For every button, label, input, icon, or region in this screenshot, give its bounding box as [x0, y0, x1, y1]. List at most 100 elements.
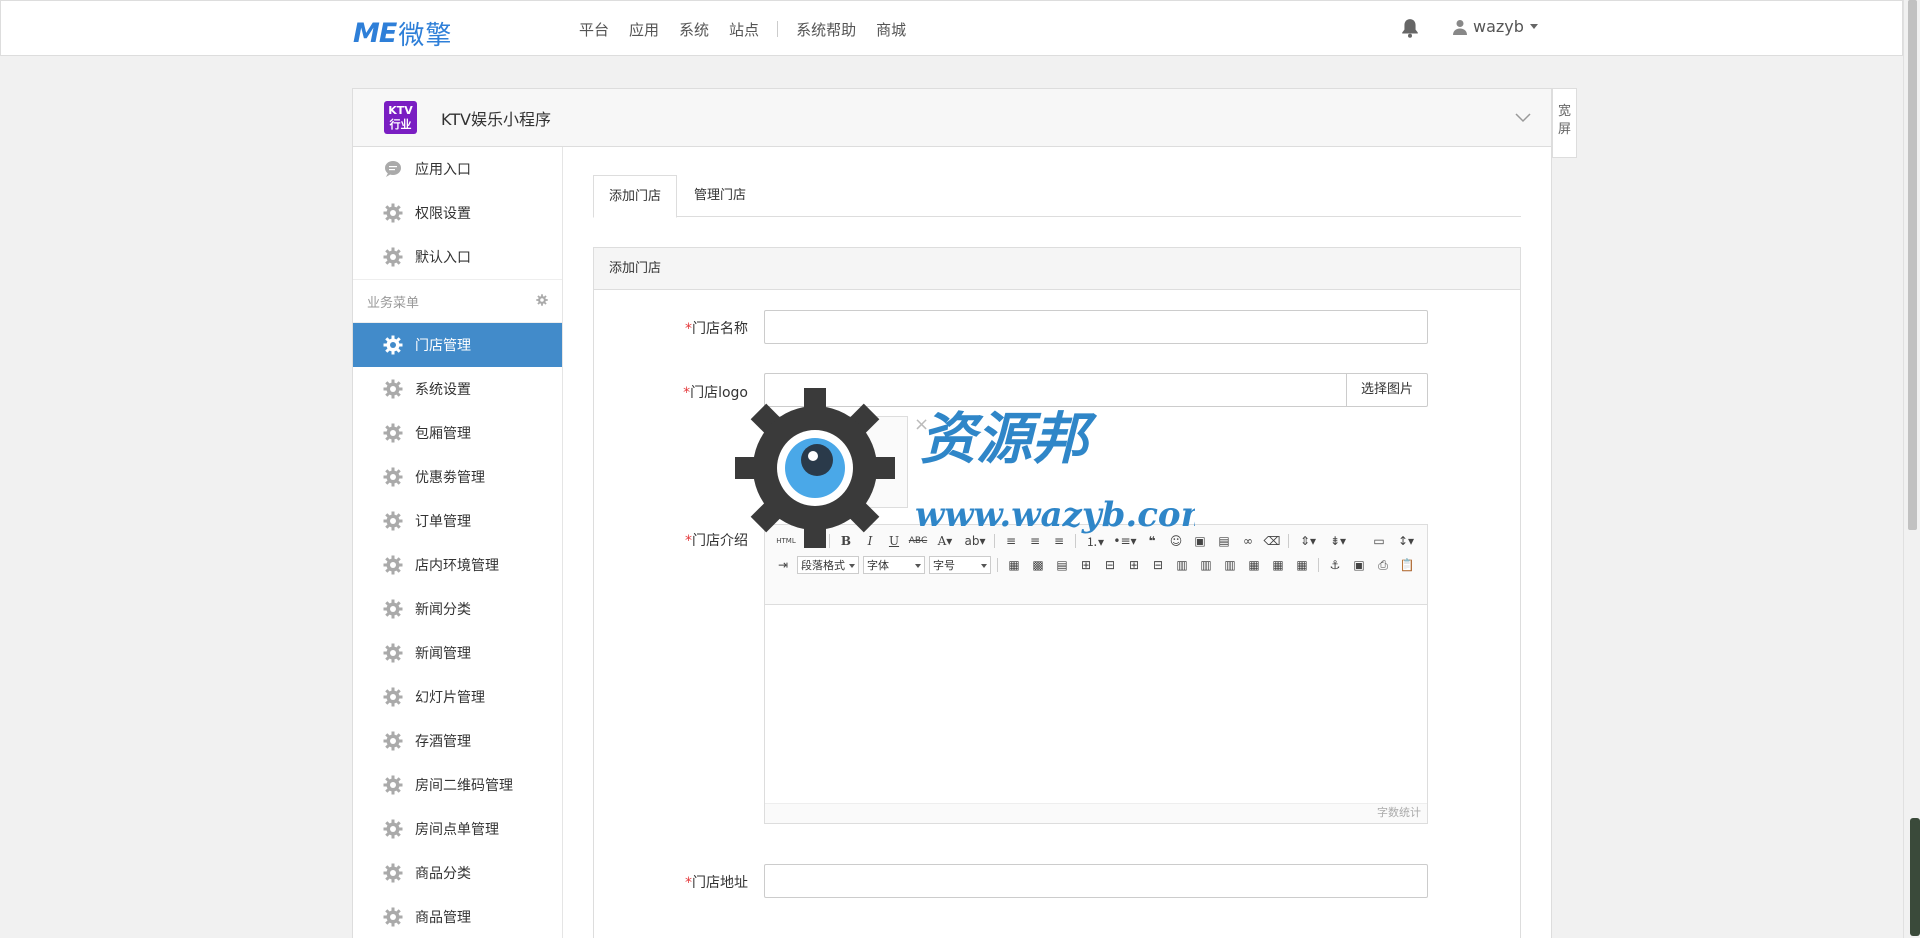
- store-address-input[interactable]: [764, 864, 1428, 898]
- font-size-select[interactable]: 字号: [929, 556, 991, 574]
- bell-icon[interactable]: [1401, 18, 1419, 38]
- merge-cells-icon[interactable]: ▥: [1172, 556, 1192, 574]
- blockquote-icon[interactable]: ❝: [1142, 532, 1162, 550]
- sidebar-item[interactable]: 商品管理: [353, 895, 562, 938]
- store-name-input[interactable]: [764, 310, 1428, 344]
- gear-icon[interactable]: [536, 294, 548, 306]
- underline-icon[interactable]: U: [884, 532, 904, 550]
- gear-icon: [383, 203, 403, 223]
- bold-icon[interactable]: B: [836, 532, 856, 550]
- highlight-icon[interactable]: ab▾: [962, 532, 988, 550]
- required-mark: *: [685, 875, 692, 891]
- page-scrollbar[interactable]: [1903, 0, 1920, 938]
- paste-icon[interactable]: 📋: [1397, 556, 1417, 574]
- insert-caption-icon[interactable]: ▤: [1052, 556, 1072, 574]
- sidebar-item-label: 房间二维码管理: [415, 778, 513, 794]
- table-delete-icon[interactable]: ▩: [1028, 556, 1048, 574]
- split-cells-icon[interactable]: ▦: [1244, 556, 1264, 574]
- user-menu[interactable]: wazyb: [1453, 17, 1538, 36]
- brand-logo[interactable]: ME 微擎: [353, 15, 452, 52]
- html-source-button[interactable]: HTML: [773, 532, 799, 550]
- editor-content[interactable]: [765, 605, 1427, 805]
- align-right-icon[interactable]: ≡: [1049, 532, 1069, 550]
- sidebar-item[interactable]: 商品分类: [353, 851, 562, 895]
- print-icon[interactable]: ⎙: [1373, 556, 1393, 574]
- toolbar-divider: [994, 534, 995, 548]
- split-rows-icon[interactable]: ▦: [1268, 556, 1288, 574]
- sidebar-item[interactable]: 优惠劵管理: [353, 455, 562, 499]
- tab-manage-store[interactable]: 管理门店: [679, 175, 761, 217]
- nav-store[interactable]: 商城: [866, 19, 916, 40]
- sidebar-item[interactable]: 包厢管理: [353, 411, 562, 455]
- wide-screen-toggle[interactable]: 宽 屏: [1552, 88, 1577, 158]
- unordered-list-icon[interactable]: •≡▾: [1112, 532, 1138, 550]
- tab-add-store[interactable]: 添加门店: [593, 175, 678, 218]
- insert-row-icon[interactable]: ⊞: [1076, 556, 1096, 574]
- store-intro-label-text: 门店介绍: [692, 533, 748, 549]
- sidebar-item-app-entry[interactable]: 应用入口: [353, 147, 562, 191]
- row-spacing-icon[interactable]: ⇕▾: [1295, 532, 1321, 550]
- app-title: KTV娱乐小程序: [441, 109, 551, 129]
- eraser-icon[interactable]: ⌫: [1262, 532, 1282, 550]
- nav-system[interactable]: 系统: [669, 19, 719, 40]
- nav-apps[interactable]: 应用: [619, 19, 669, 40]
- align-center-icon[interactable]: ≡: [1025, 532, 1045, 550]
- chevron-down-icon[interactable]: [1513, 107, 1533, 127]
- video-icon[interactable]: ▤: [1214, 532, 1234, 550]
- sidebar-item[interactable]: 新闻分类: [353, 587, 562, 631]
- font-color-icon[interactable]: A▾: [932, 532, 958, 550]
- nav-help[interactable]: 系统帮助: [786, 19, 866, 40]
- preview-icon[interactable]: 🔍: [803, 532, 823, 550]
- sidebar-item[interactable]: 订单管理: [353, 499, 562, 543]
- sidebar-section-label: 业务菜单: [367, 295, 420, 311]
- sidebar-item[interactable]: 幻灯片管理: [353, 675, 562, 719]
- split-cols-icon[interactable]: ▦: [1292, 556, 1312, 574]
- table-icon[interactable]: ▦: [1004, 556, 1024, 574]
- italic-icon[interactable]: I: [860, 532, 880, 550]
- align-left-icon[interactable]: ≡: [1001, 532, 1021, 550]
- sidebar-item[interactable]: 房间二维码管理: [353, 763, 562, 807]
- delete-row-icon[interactable]: ⊟: [1100, 556, 1120, 574]
- app-header: KTV 行业 KTV娱乐小程序: [353, 89, 1551, 147]
- close-icon[interactable]: ×: [914, 414, 929, 435]
- merge-down-icon[interactable]: ▥: [1220, 556, 1240, 574]
- store-logo-label: *门店logo: [594, 382, 748, 402]
- sidebar-item[interactable]: 系统设置: [353, 367, 562, 411]
- nav-divider: [777, 21, 779, 37]
- insert-col-icon[interactable]: ⊞: [1124, 556, 1144, 574]
- select-image-button[interactable]: 选择图片: [1346, 373, 1428, 407]
- font-family-select[interactable]: 字体: [863, 556, 925, 574]
- sidebar-item-label: 权限设置: [415, 206, 471, 222]
- sidebar-item-permissions[interactable]: 权限设置: [353, 191, 562, 235]
- nav-platform[interactable]: 平台: [569, 19, 619, 40]
- scrollbar-thumb[interactable]: [1908, 0, 1917, 530]
- sidebar-item[interactable]: 房间点单管理: [353, 807, 562, 851]
- merge-right-icon[interactable]: ▥: [1196, 556, 1216, 574]
- paragraph-spacing-icon[interactable]: ⇟▾: [1325, 532, 1351, 550]
- sidebar-item[interactable]: 店内环境管理: [353, 543, 562, 587]
- sidebar-item-default-entry[interactable]: 默认入口: [353, 235, 562, 279]
- chat-bubble-icon: [385, 161, 401, 177]
- sidebar-item[interactable]: 门店管理: [353, 323, 562, 367]
- sidebar-item[interactable]: 存酒管理: [353, 719, 562, 763]
- line-height-icon[interactable]: ↕▾: [1393, 532, 1419, 550]
- store-logo-input[interactable]: [764, 373, 1346, 407]
- sidebar-business-menu: 门店管理 系统设置 包厢管理 优惠劵管理 订单管理 店内环境管理 新闻分类 新闻管理 幻灯片管理…: [353, 323, 562, 938]
- sidebar-section-title: 业务菜单: [353, 279, 562, 323]
- app-icon-line1: KTV: [388, 104, 413, 117]
- word-count: 字数统计: [765, 803, 1427, 823]
- image-icon[interactable]: ▣: [1190, 532, 1210, 550]
- anchor-icon[interactable]: ⚓: [1325, 556, 1345, 574]
- store-name-label-text: 门店名称: [692, 321, 748, 337]
- delete-col-icon[interactable]: ⊟: [1148, 556, 1168, 574]
- nav-site[interactable]: 站点: [719, 19, 769, 40]
- ordered-list-icon[interactable]: ⒈▾: [1082, 532, 1108, 550]
- link-icon[interactable]: ∞: [1238, 532, 1258, 550]
- indent-icon[interactable]: ⇥: [773, 556, 793, 574]
- emoji-icon[interactable]: ☺: [1166, 532, 1186, 550]
- fullscreen-icon[interactable]: ▭: [1369, 532, 1389, 550]
- paragraph-format-select[interactable]: 段落格式: [797, 556, 859, 574]
- template-icon[interactable]: ▣: [1349, 556, 1369, 574]
- sidebar-item[interactable]: 新闻管理: [353, 631, 562, 675]
- strikethrough-icon[interactable]: ABC: [908, 532, 928, 550]
